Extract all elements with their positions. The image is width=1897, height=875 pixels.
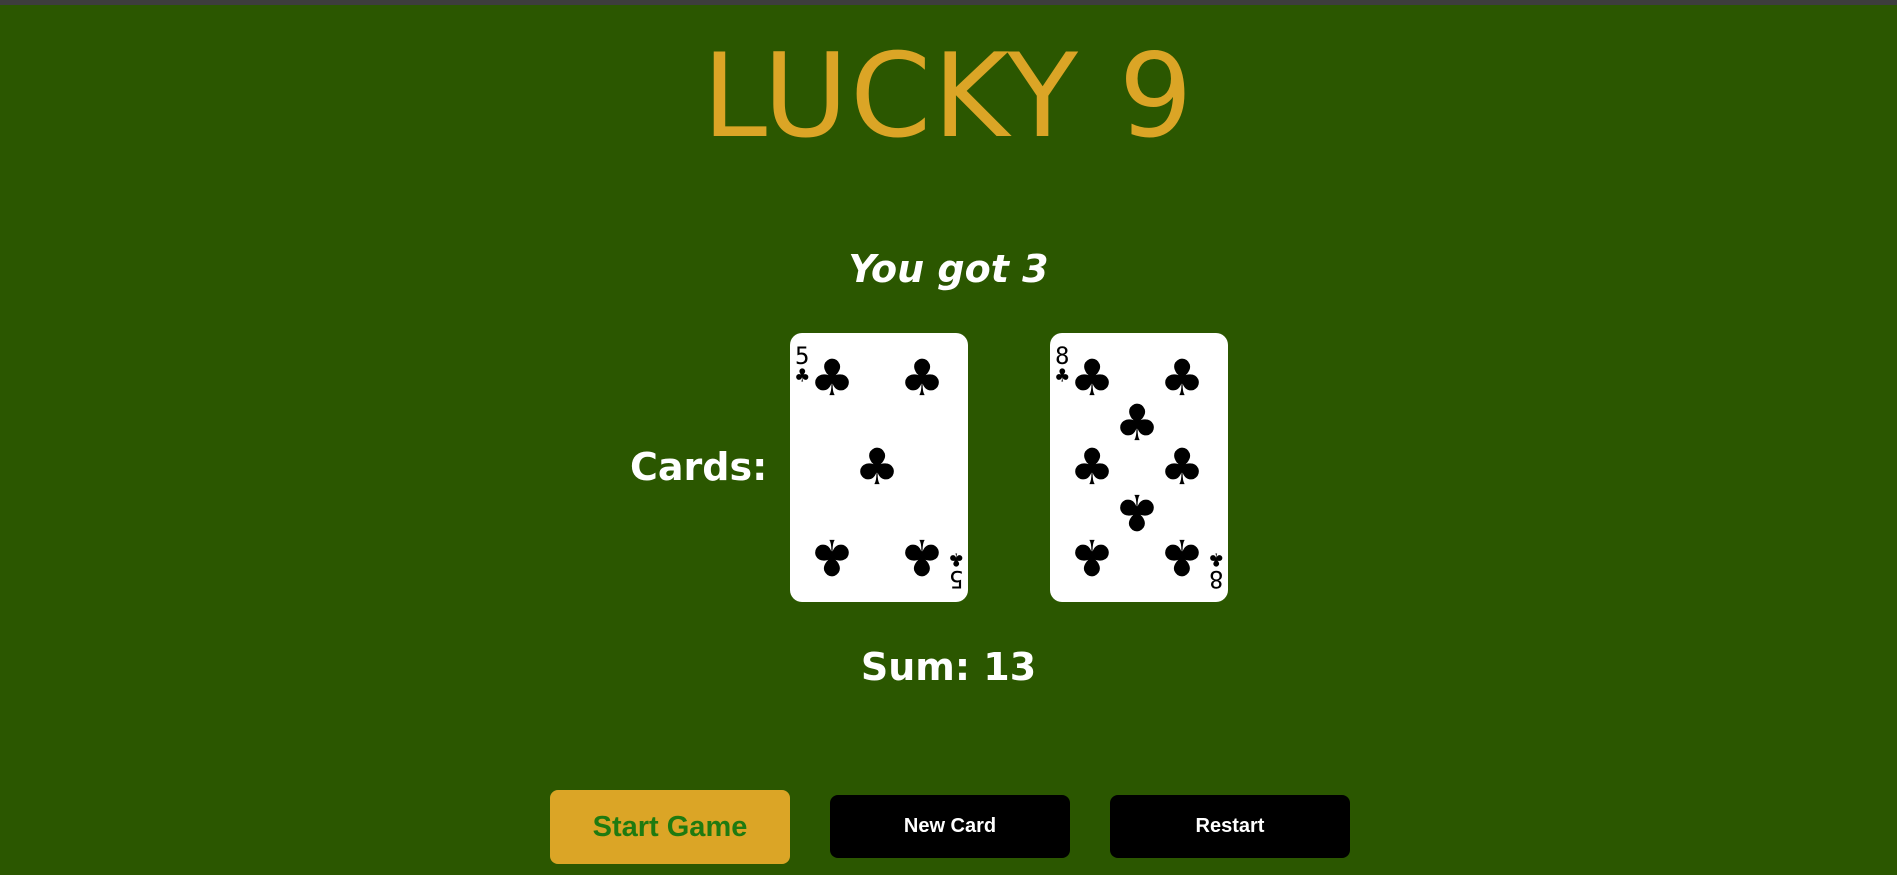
sum-display: Sum: 13: [860, 645, 1037, 689]
club-icon: ♣: [899, 349, 945, 407]
club-icon: ♣: [899, 528, 945, 586]
game-title: LUCKY 9: [702, 29, 1195, 164]
club-icon: ♣: [1069, 528, 1115, 586]
club-icon: ♣: [1209, 546, 1223, 571]
club-icon: ♣: [1159, 349, 1205, 407]
card-corner-bottom: 5 ♣: [949, 546, 963, 593]
playing-card-5-clubs: 5 ♣ ♣ ♣ ♣ ♣ ♣ 5 ♣: [790, 333, 968, 602]
club-icon: ♣: [1069, 349, 1115, 407]
club-icon: ♣: [1069, 438, 1115, 496]
club-icon: ♣: [809, 349, 855, 407]
result-message: You got 3: [848, 247, 1049, 291]
club-icon: ♣: [949, 546, 963, 571]
club-icon: ♣: [1114, 483, 1160, 541]
club-icon: ♣: [809, 528, 855, 586]
club-icon: ♣: [1114, 394, 1160, 452]
playing-card-8-clubs: 8 ♣ ♣ ♣ ♣ ♣ ♣ ♣ ♣ ♣ 8 ♣: [1050, 333, 1228, 602]
club-icon: ♣: [1159, 528, 1205, 586]
club-icon: ♣: [854, 438, 900, 496]
card-corner-bottom: 8 ♣: [1209, 546, 1223, 593]
cards-label: Cards:: [630, 445, 768, 489]
start-game-button[interactable]: Start Game: [550, 790, 790, 864]
new-card-button[interactable]: New Card: [830, 795, 1070, 858]
club-icon: ♣: [1159, 438, 1205, 496]
restart-button[interactable]: Restart: [1110, 795, 1350, 858]
